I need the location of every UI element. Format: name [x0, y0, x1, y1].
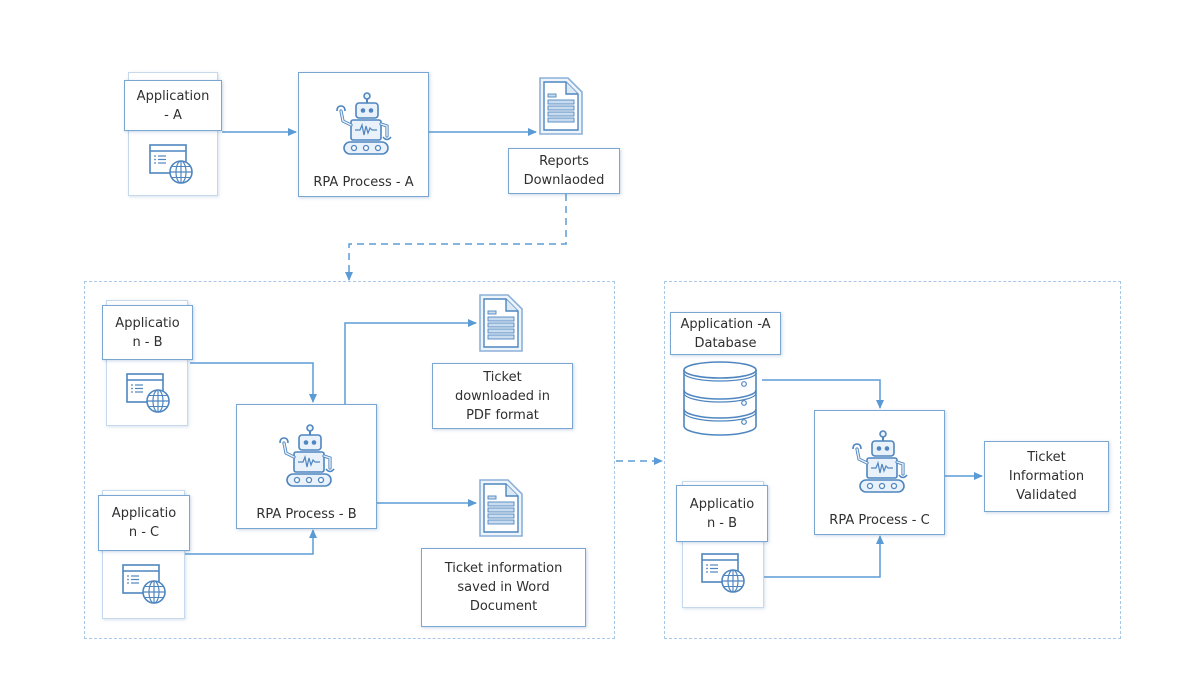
word-output-label: Ticket information saved in Word Documen…	[421, 548, 586, 627]
robot-icon	[272, 423, 342, 493]
web-application-icon	[148, 143, 194, 189]
reports-downloaded-label: Reports Downlaoded	[508, 148, 620, 194]
robot-icon	[329, 91, 399, 161]
document-icon	[538, 76, 584, 140]
rpa-process-c: RPA Process - C	[814, 410, 945, 535]
rpa-process-a-label: RPA Process - A	[313, 175, 414, 190]
database-icon	[680, 360, 760, 442]
document-icon	[478, 478, 524, 542]
application-b-label: Applicatio n - B	[102, 305, 193, 360]
rpa-process-a: RPA Process - A	[298, 72, 429, 197]
document-icon	[478, 293, 524, 357]
application-c-label: Applicatio n - C	[98, 495, 190, 551]
rpa-process-b-label: RPA Process - B	[256, 507, 357, 522]
rpa-process-c-label: RPA Process - C	[829, 513, 930, 528]
robot-icon	[845, 429, 915, 499]
rpa-process-b: RPA Process - B	[236, 404, 377, 529]
database-label: Application -A Database	[670, 312, 781, 355]
application-b2-label: Applicatio n - B	[676, 485, 768, 542]
web-application-icon	[121, 563, 167, 609]
ticket-validated-label: Ticket Information Validated	[984, 441, 1109, 512]
application-a-label: Application - A	[124, 80, 222, 131]
web-application-icon	[700, 552, 746, 598]
web-application-icon	[125, 372, 171, 418]
pdf-output-label: Ticket downloaded in PDF format	[432, 363, 573, 429]
rpa-workflow-diagram: Application - A RPA Process - A Reports …	[0, 0, 1200, 694]
connector-reports-to-group-b	[345, 194, 567, 281]
